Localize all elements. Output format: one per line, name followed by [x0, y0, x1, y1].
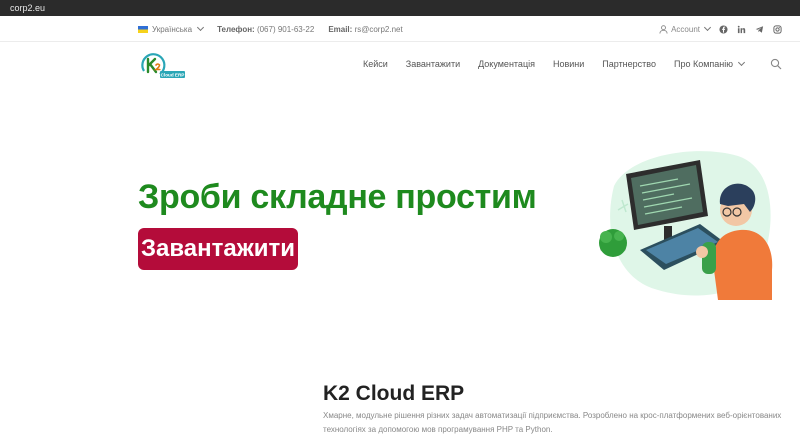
email-value[interactable]: rs@corp2.net — [355, 25, 403, 34]
linkedin-icon[interactable] — [737, 25, 746, 34]
logo-text: Cloud ERP — [161, 73, 185, 78]
phone-value[interactable]: (067) 901-63-22 — [257, 25, 314, 34]
phone-info: Телефон: (067) 901-63-22 — [217, 25, 314, 34]
ukraine-flag-icon — [138, 25, 148, 33]
account-label: Account — [671, 24, 700, 34]
browser-url[interactable]: corp2.eu — [10, 3, 45, 13]
telegram-icon[interactable] — [755, 25, 764, 34]
nav-item-documentation[interactable]: Документація — [478, 59, 535, 69]
top-info-left: Українська Телефон: (067) 901-63-22 Emai… — [138, 16, 403, 42]
instagram-icon[interactable] — [773, 24, 782, 34]
primary-nav: Кейси Завантажити Документація Новини Па… — [363, 42, 746, 86]
nav-item-about-company[interactable]: Про Компанію — [673, 58, 746, 69]
plant-leaf — [600, 231, 612, 243]
k2-logo-icon: Cloud ERP — [141, 53, 185, 78]
browser-address-bar[interactable]: corp2.eu — [0, 0, 800, 16]
top-info-bar: Українська Телефон: (067) 901-63-22 Emai… — [0, 16, 800, 42]
email-info: Email: rs@corp2.net — [328, 25, 402, 34]
email-label: Email: — [328, 24, 353, 34]
about-title: K2 Cloud ERP — [323, 382, 465, 405]
hero-title: Зроби складне простим — [138, 178, 537, 216]
account-menu[interactable]: Account — [659, 23, 712, 34]
chevron-down-icon — [737, 58, 746, 67]
person-hand — [696, 246, 708, 258]
developer-illustration — [599, 151, 773, 300]
chevron-down-icon — [703, 23, 712, 32]
nav-item-about-label: Про Компанію — [673, 59, 733, 69]
hero-download-button[interactable]: Завантажити — [138, 228, 298, 270]
user-icon — [659, 24, 668, 34]
nav-item-partnership[interactable]: Партнерство — [602, 59, 656, 69]
top-info-right: Account — [659, 16, 782, 42]
plant-leaf — [614, 231, 624, 241]
search-icon[interactable] — [770, 58, 782, 70]
about-description: Хмарне, модульне рішення різних задач ав… — [323, 411, 782, 434]
nav-item-cases[interactable]: Кейси — [363, 59, 388, 69]
chevron-down-icon — [197, 23, 205, 32]
facebook-icon[interactable] — [719, 24, 728, 34]
language-selector[interactable]: Українська — [138, 23, 205, 34]
site-logo[interactable]: Cloud ERP — [138, 52, 186, 80]
phone-label: Телефон: — [217, 24, 255, 34]
person-shirt — [713, 229, 773, 300]
nav-item-download[interactable]: Завантажити — [406, 59, 460, 69]
nav-item-news[interactable]: Новини — [553, 59, 584, 69]
language-label: Українська — [152, 24, 193, 34]
